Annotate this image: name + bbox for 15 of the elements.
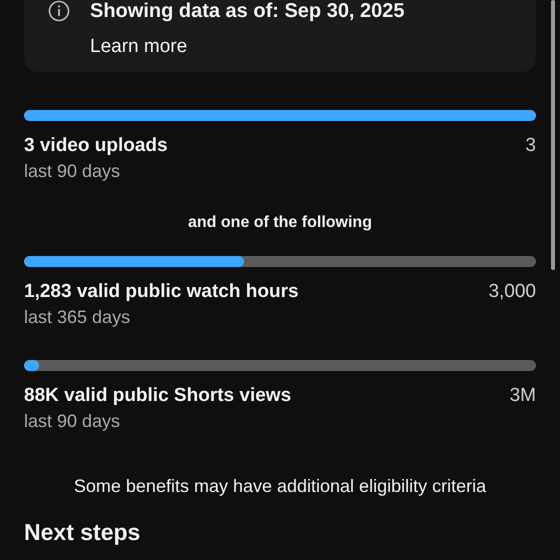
metric-period: last 90 days [24,411,122,432]
section-caption: and one of the following [187,214,373,232]
notice-title: Showing data as of: Sep 30, 2025 [90,0,405,22]
learn-more-link[interactable]: Learn more [90,36,188,58]
footnote: Some benefits may have additional eligibility criteria [72,476,488,497]
metric-period: last 90 days [24,161,122,182]
metric-title: 3 video uploads [24,135,168,157]
metric-title: 88K valid public Shorts views [24,385,292,407]
metric-target: 3 [525,135,536,157]
metric-title: 1,283 valid public watch hours [24,281,299,303]
info-icon [48,0,70,22]
metric-period: last 365 days [24,307,132,328]
metric-target: 3,000 [488,281,536,303]
metric-target: 3M [510,385,536,407]
section-heading: Next steps [24,519,142,546]
